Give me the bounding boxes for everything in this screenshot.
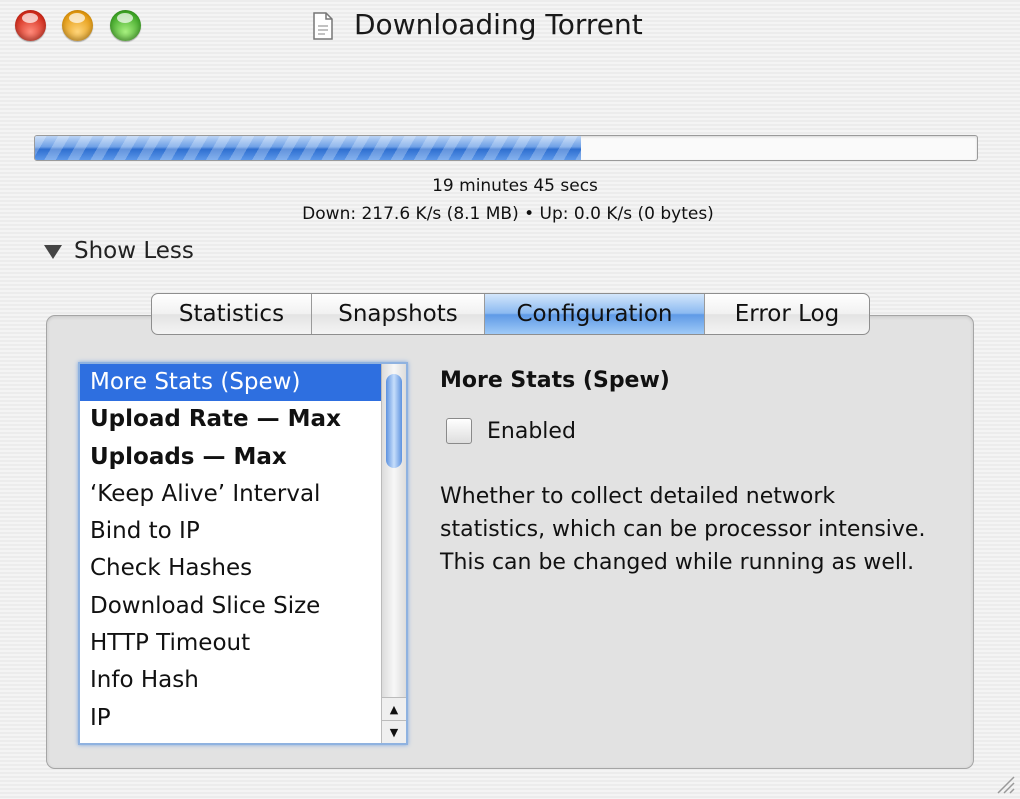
list-item-check-hashes[interactable]: Check Hashes [80,550,406,587]
close-button[interactable] [15,10,46,41]
download-progress-bar [34,135,978,161]
minimize-button[interactable] [62,10,93,41]
transfer-rates: Down: 217.6 K/s (8.1 MB) • Up: 0.0 K/s (… [302,204,714,224]
triangle-down-icon [44,245,62,259]
config-option-list[interactable]: More Stats (Spew) Upload Rate — Max Uplo… [78,362,408,745]
list-item-uploads-max[interactable]: Uploads — Max [80,439,406,476]
list-scrollbar[interactable]: ▲ ▼ [381,364,406,743]
tab-statistics[interactable]: Statistics [152,294,312,334]
list-item-keep-alive-interval[interactable]: ‘Keep Alive’ Interval [80,476,406,513]
resize-grip-icon[interactable] [992,771,1016,795]
list-item-more-stats[interactable]: More Stats (Spew) [80,364,406,402]
tab-bar: Statistics Snapshots Configuration Error… [151,293,870,335]
scrollbar-thumb[interactable] [386,374,402,468]
list-item-download-slice-size[interactable]: Download Slice Size [80,588,406,625]
time-remaining: 19 minutes 45 secs [432,176,598,196]
window-title: Downloading Torrent [354,8,643,41]
scroll-down-arrow-icon[interactable]: ▼ [382,720,406,743]
enabled-label: Enabled [487,418,576,444]
show-less-toggle[interactable]: Show Less [44,238,194,264]
list-item-upload-rate-max[interactable]: Upload Rate — Max [80,401,406,438]
list-item-info-hash[interactable]: Info Hash [80,662,406,699]
list-item-ip[interactable]: IP [80,700,406,737]
enabled-checkbox[interactable] [446,418,472,444]
document-icon [313,12,333,40]
progress-fill [35,136,582,160]
show-less-label: Show Less [74,238,194,264]
zoom-button[interactable] [110,10,141,41]
title-bar: Downloading Torrent [0,0,1020,56]
tab-snapshots[interactable]: Snapshots [312,294,485,334]
enabled-checkbox-row[interactable]: Enabled [446,418,576,444]
tab-error-log[interactable]: Error Log [705,294,869,334]
tab-configuration[interactable]: Configuration [485,294,705,334]
detail-title: More Stats (Spew) [440,368,670,393]
detail-description: Whether to collect detailed network stat… [440,484,926,575]
list-item-bind-to-ip[interactable]: Bind to IP [80,513,406,550]
scroll-up-arrow-icon[interactable]: ▲ [382,697,406,720]
list-item-http-timeout[interactable]: HTTP Timeout [80,625,406,662]
